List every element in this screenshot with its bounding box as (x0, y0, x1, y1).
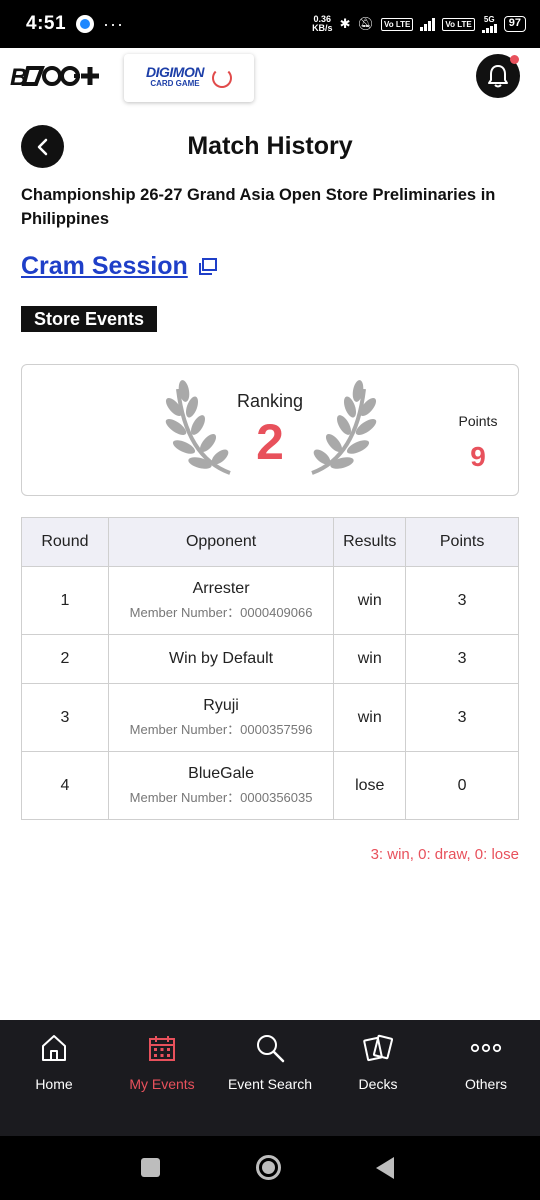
nav-decks[interactable]: Decks (324, 1020, 432, 1136)
digimon-logo-text: DIGIMON (146, 64, 204, 80)
network-speed-unit: KB/s (312, 23, 333, 33)
battery-icon: 97 (503, 16, 526, 32)
signal-icon-2 (481, 23, 497, 33)
nav-home[interactable]: Home (0, 1020, 108, 1136)
member-number: Member Number：0000409066 (129, 605, 313, 620)
nav-others-label: Others (464, 1076, 507, 1092)
points-cell: 3 (405, 566, 519, 635)
opponent-cell: Ryuji Member Number：0000357596 (107, 683, 335, 752)
signal-icon (420, 17, 436, 31)
ranking-card: Ranking 2 Points 9 (21, 364, 519, 496)
member-number: Member Number：0000356035 (129, 790, 313, 805)
table-row: 2 Win by Default win 3 (21, 634, 519, 684)
messenger-icon (76, 15, 95, 33)
nav-my-events-label: My Events (129, 1076, 195, 1092)
points-cell: 0 (405, 751, 519, 820)
opponent-name: Arrester (192, 580, 250, 597)
header-results: Results (333, 517, 407, 567)
opponent-name: BlueGale (188, 765, 254, 782)
nav-my-events[interactable]: My Events (108, 1020, 216, 1136)
result-cell: lose (333, 751, 407, 820)
round-cell: 1 (21, 566, 109, 635)
table-row: 4 BlueGale Member Number：0000356035 lose… (21, 751, 519, 820)
header-opponent: Opponent (107, 517, 335, 567)
bandai-tcg-logo[interactable]: B (10, 62, 105, 90)
home-icon (39, 1032, 69, 1064)
more-icon (470, 1032, 502, 1064)
opponent-cell: Win by Default (107, 634, 335, 684)
points-value: 9 (470, 441, 486, 472)
mute-icon: 🔕︎ (357, 16, 374, 31)
opponent-name: Win by Default (169, 650, 274, 667)
network-speed: 0.36 KB/s (312, 15, 333, 33)
nav-others[interactable]: Others (432, 1020, 540, 1136)
table-header-row: Round Opponent Results Points (21, 517, 519, 567)
search-icon (255, 1032, 285, 1064)
round-cell: 2 (21, 634, 109, 684)
result-cell: win (333, 566, 407, 635)
btcg-logo-graphic: B (10, 64, 99, 90)
volte-badge-2: Vo LTE (442, 17, 475, 31)
bell-icon (488, 65, 508, 88)
nav-event-search-label: Event Search (227, 1076, 313, 1092)
calendar-icon (148, 1032, 176, 1064)
external-link-icon[interactable] (198, 257, 218, 277)
home-button[interactable] (256, 1155, 281, 1180)
event-name: Championship 26-27 Grand Asia Open Store… (21, 186, 496, 228)
system-nav-bar (0, 1136, 540, 1200)
ranking-label: Ranking (236, 391, 304, 411)
header-round: Round (21, 517, 109, 567)
network-type: 5G (483, 14, 495, 24)
opponent-cell: Arrester Member Number：0000409066 (107, 566, 335, 635)
switch-game-icon (211, 68, 232, 88)
results-summary: 3: win, 0: draw, 0: lose (370, 846, 519, 863)
card-game-logo-text: CARD GAME (150, 79, 200, 88)
points-label: Points (458, 413, 498, 429)
back-nav-button[interactable] (376, 1157, 394, 1179)
nav-home-label: Home (35, 1076, 73, 1092)
more-notifications-icon: ··· (103, 13, 125, 34)
member-number: Member Number：0000357596 (129, 722, 313, 737)
notifications-button[interactable] (476, 54, 520, 98)
round-cell: 3 (21, 683, 109, 752)
match-table: Round Opponent Results Points 1 Arrester… (21, 517, 519, 820)
round-cell: 4 (21, 751, 109, 820)
header-points: Points (405, 517, 519, 567)
bottom-nav: Home My Events Event Search Decks Others (0, 1020, 540, 1136)
bluetooth-icon: ✱ (339, 16, 351, 31)
status-bar: 4:51 ··· 0.36 KB/s ✱ 🔕︎ Vo LTE Vo LTE 5G… (0, 0, 540, 48)
points-cell: 3 (405, 683, 519, 752)
page-title: Match History (187, 132, 353, 160)
digimon-card-game-logo[interactable]: DIGIMON CARD GAME (124, 54, 254, 102)
opponent-name: Ryuji (203, 697, 239, 714)
notification-dot (510, 55, 519, 64)
status-time: 4:51 (26, 13, 67, 34)
cards-icon (362, 1032, 394, 1064)
result-cell: win (333, 683, 407, 752)
store-name[interactable]: Cram Session (21, 252, 188, 281)
table-row: 3 Ryuji Member Number：0000357596 win 3 (21, 683, 519, 752)
result-cell: win (333, 634, 407, 684)
app-header: B DIGIMON CARD GAME (0, 48, 540, 104)
opponent-cell: BlueGale Member Number：0000356035 (107, 751, 335, 820)
points-cell: 3 (405, 634, 519, 684)
ranking-value: 2 (256, 414, 284, 470)
nav-decks-label: Decks (358, 1076, 398, 1092)
volte-badge: Vo LTE (381, 17, 414, 31)
table-row: 1 Arrester Member Number：0000409066 win … (21, 566, 519, 635)
event-type-badge: Store Events (21, 306, 158, 332)
recents-button[interactable] (141, 1158, 160, 1177)
store-link[interactable]: Cram Session (21, 252, 218, 281)
nav-event-search[interactable]: Event Search (216, 1020, 324, 1136)
